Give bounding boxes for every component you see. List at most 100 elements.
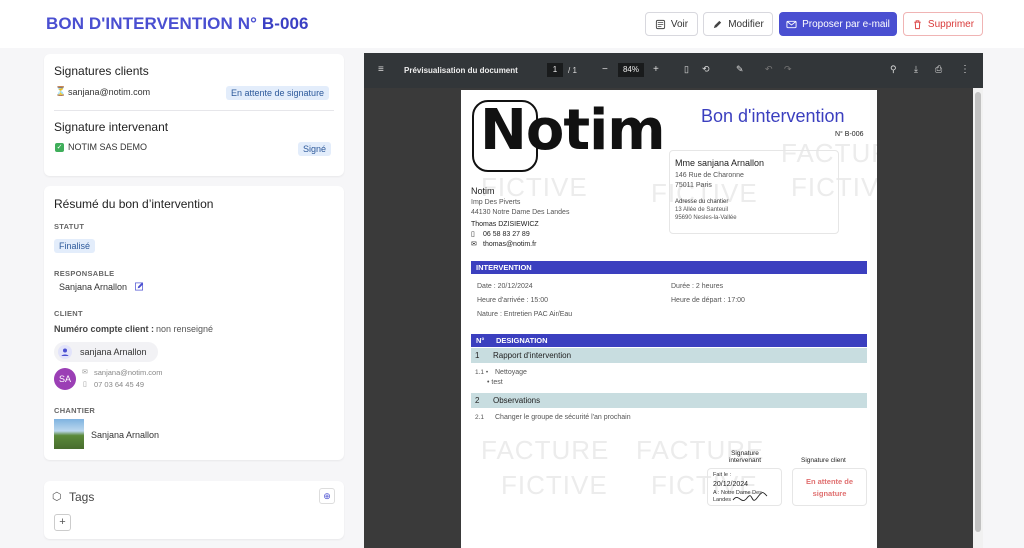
more-icon[interactable]: ⋮ — [960, 64, 970, 75]
doc-client-addr1: 146 Rue de Charonne — [675, 172, 744, 179]
signatures-clients-title: Signatures clients — [54, 64, 149, 78]
add-tag-button[interactable]: + — [54, 514, 71, 531]
signature-pending: En attente de signature — [805, 477, 854, 498]
doc-company-addr1: Imp Des Piverts — [471, 199, 521, 206]
statut-badge: Finalisé — [54, 239, 96, 253]
doc-chantier-addr1: 13 Allée de Santeuil — [675, 207, 729, 213]
redo-icon[interactable]: ↷ — [784, 64, 792, 75]
client-email: sanjana@notim.com — [94, 368, 163, 377]
check-icon: ✓ — [55, 143, 64, 152]
responsable-name: Sanjana Arnallon — [59, 282, 128, 292]
doc-phone-icon: ▯ — [471, 231, 475, 238]
scrollbar[interactable] — [973, 88, 983, 548]
fait-le-label: Fait le : — [713, 472, 732, 478]
proposer-email-button[interactable]: Proposer par e-mail — [779, 12, 897, 36]
client-chip[interactable]: sanjana Arnallon — [54, 342, 158, 362]
page-input[interactable]: 1 — [547, 63, 563, 77]
item-sublabel: • test — [487, 379, 503, 386]
crosshair-icon[interactable]: ⊕ — [319, 488, 335, 504]
doc-date: Date : 20/12/2024 — [477, 283, 533, 290]
supprimer-button[interactable]: Supprimer — [903, 12, 983, 36]
statut-label: STATUT — [54, 222, 85, 231]
zoom-in-icon[interactable]: + — [653, 64, 659, 75]
intervenant-signature-status: Signé — [298, 142, 332, 156]
item-label: Changer le groupe de sécurité l'an proch… — [495, 414, 631, 421]
signatures-card: Signatures clients ⏳ sanjana@notim.com E… — [44, 54, 344, 176]
signature-intervenant-label: Signature intervenant — [728, 450, 762, 464]
client-signature-status: En attente de signature — [226, 86, 330, 100]
doc-duree: Durée : 2 heures — [671, 283, 724, 290]
doc-client-addr2: 75011 Paris — [675, 182, 712, 189]
client-label: CLIENT — [54, 309, 83, 318]
resume-card: Résumé du bon d’intervention STATUT Fina… — [44, 186, 344, 460]
page-header: BON D'INTERVENTION N° B-006 Voir Modifie… — [0, 0, 1024, 48]
client-signature-email: sanjana@notim.com — [68, 87, 151, 97]
zoom-out-icon[interactable]: − — [602, 64, 608, 75]
draw-icon[interactable]: ✎ — [736, 64, 744, 75]
print-icon[interactable]: ⎙ — [935, 64, 942, 75]
zoom-level[interactable]: 84% — [618, 63, 644, 77]
signature-scribble — [732, 492, 768, 501]
user-icon — [58, 345, 72, 359]
scroll-thumb[interactable] — [975, 92, 981, 532]
watermark: FICTIVE — [501, 470, 608, 500]
voir-button[interactable]: Voir — [645, 12, 698, 36]
doc-depart: Heure de départ : 17:00 — [671, 297, 745, 304]
tags-card: ⬡ Tags ⊕ + — [44, 481, 344, 539]
tag-icon: ⬡ — [52, 491, 62, 503]
mail-icon — [786, 20, 797, 28]
chantier-name: Sanjana Arnallon — [91, 430, 160, 440]
intervenant-name: NOTIM SAS DEMO — [68, 142, 148, 152]
client-phone: 07 03 64 45 49 — [94, 380, 145, 389]
doc-chantier-addr2: 95690 Nesles-la-Vallée — [675, 215, 737, 221]
doc-email: thomas@notim.fr — [483, 241, 537, 248]
doc-company-addr2: 44130 Notre Dame Des Landes — [471, 209, 570, 216]
doc-chantier-label: Adresse du chantier — [675, 199, 729, 205]
eye-icon — [655, 19, 665, 29]
item-number: 1.1 • — [475, 369, 489, 376]
page-count: / 1 — [568, 66, 577, 75]
undo-icon[interactable]: ↶ — [765, 64, 773, 75]
compte-value: non renseigné — [156, 324, 214, 334]
intervention-header: INTERVENTION — [471, 261, 867, 274]
doc-mail-icon: ✉ — [471, 241, 477, 248]
chantier-image — [54, 419, 84, 449]
edit-icon[interactable] — [135, 282, 144, 291]
phone-icon: ▯ — [83, 381, 87, 388]
doc-phone: 06 58 83 27 89 — [483, 231, 530, 238]
chantier-label: CHANTIER — [54, 406, 96, 415]
menu-icon[interactable]: ≡ — [378, 64, 384, 75]
avatar: SA — [54, 368, 76, 390]
trash-icon — [914, 19, 921, 29]
logo: Notim — [480, 98, 666, 163]
responsable-label: RESPONSABLE — [54, 269, 115, 278]
modifier-button[interactable]: Modifier — [703, 12, 773, 36]
pdf-toolbar: ≡ Prévisualisation du document 1 / 1 − 8… — [364, 53, 983, 88]
tags-title: Tags — [69, 490, 95, 504]
fit-page-icon[interactable]: ▯ — [684, 64, 689, 75]
section-row: 2 Observations — [471, 393, 867, 408]
download-icon[interactable]: ⤓ — [914, 64, 918, 75]
doc-nature: Nature : Entretien PAC Air/Eau — [477, 311, 573, 318]
doc-contact: Thomas DZISIEWICZ — [471, 221, 539, 228]
section-row: 1 Rapport d'intervention — [471, 348, 867, 363]
watermark: FACTURE — [481, 435, 610, 465]
item-number: 2.1 — [475, 414, 485, 421]
pdf-page: FICTIVE FICTIVE FACTURE FICTIVE FACTURE … — [461, 90, 877, 548]
page-title: BON D'INTERVENTION N° B-006 — [46, 14, 309, 33]
resume-title: Résumé du bon d’intervention — [54, 197, 214, 211]
viewer-title: Prévisualisation du document — [404, 66, 518, 75]
annotate-icon[interactable]: ⚲ — [890, 64, 897, 75]
signature-client-label: Signature client — [801, 457, 846, 464]
doc-heading: Bon d'intervention — [701, 106, 845, 126]
pdf-viewer: ≡ Prévisualisation du document 1 / 1 − 8… — [364, 53, 983, 548]
pencil-icon — [714, 20, 722, 28]
signature-intervenant-title: Signature intervenant — [54, 120, 169, 134]
client-name: sanjana Arnallon — [80, 347, 147, 357]
doc-number: N° B-006 — [835, 131, 864, 138]
item-label: Nettoyage — [495, 369, 527, 376]
mail-icon: ✉ — [82, 369, 88, 376]
divider — [54, 110, 334, 111]
rotate-icon[interactable]: ⟲ — [702, 64, 710, 75]
doc-arrivee: Heure d'arrivée : 15:00 — [477, 297, 548, 304]
